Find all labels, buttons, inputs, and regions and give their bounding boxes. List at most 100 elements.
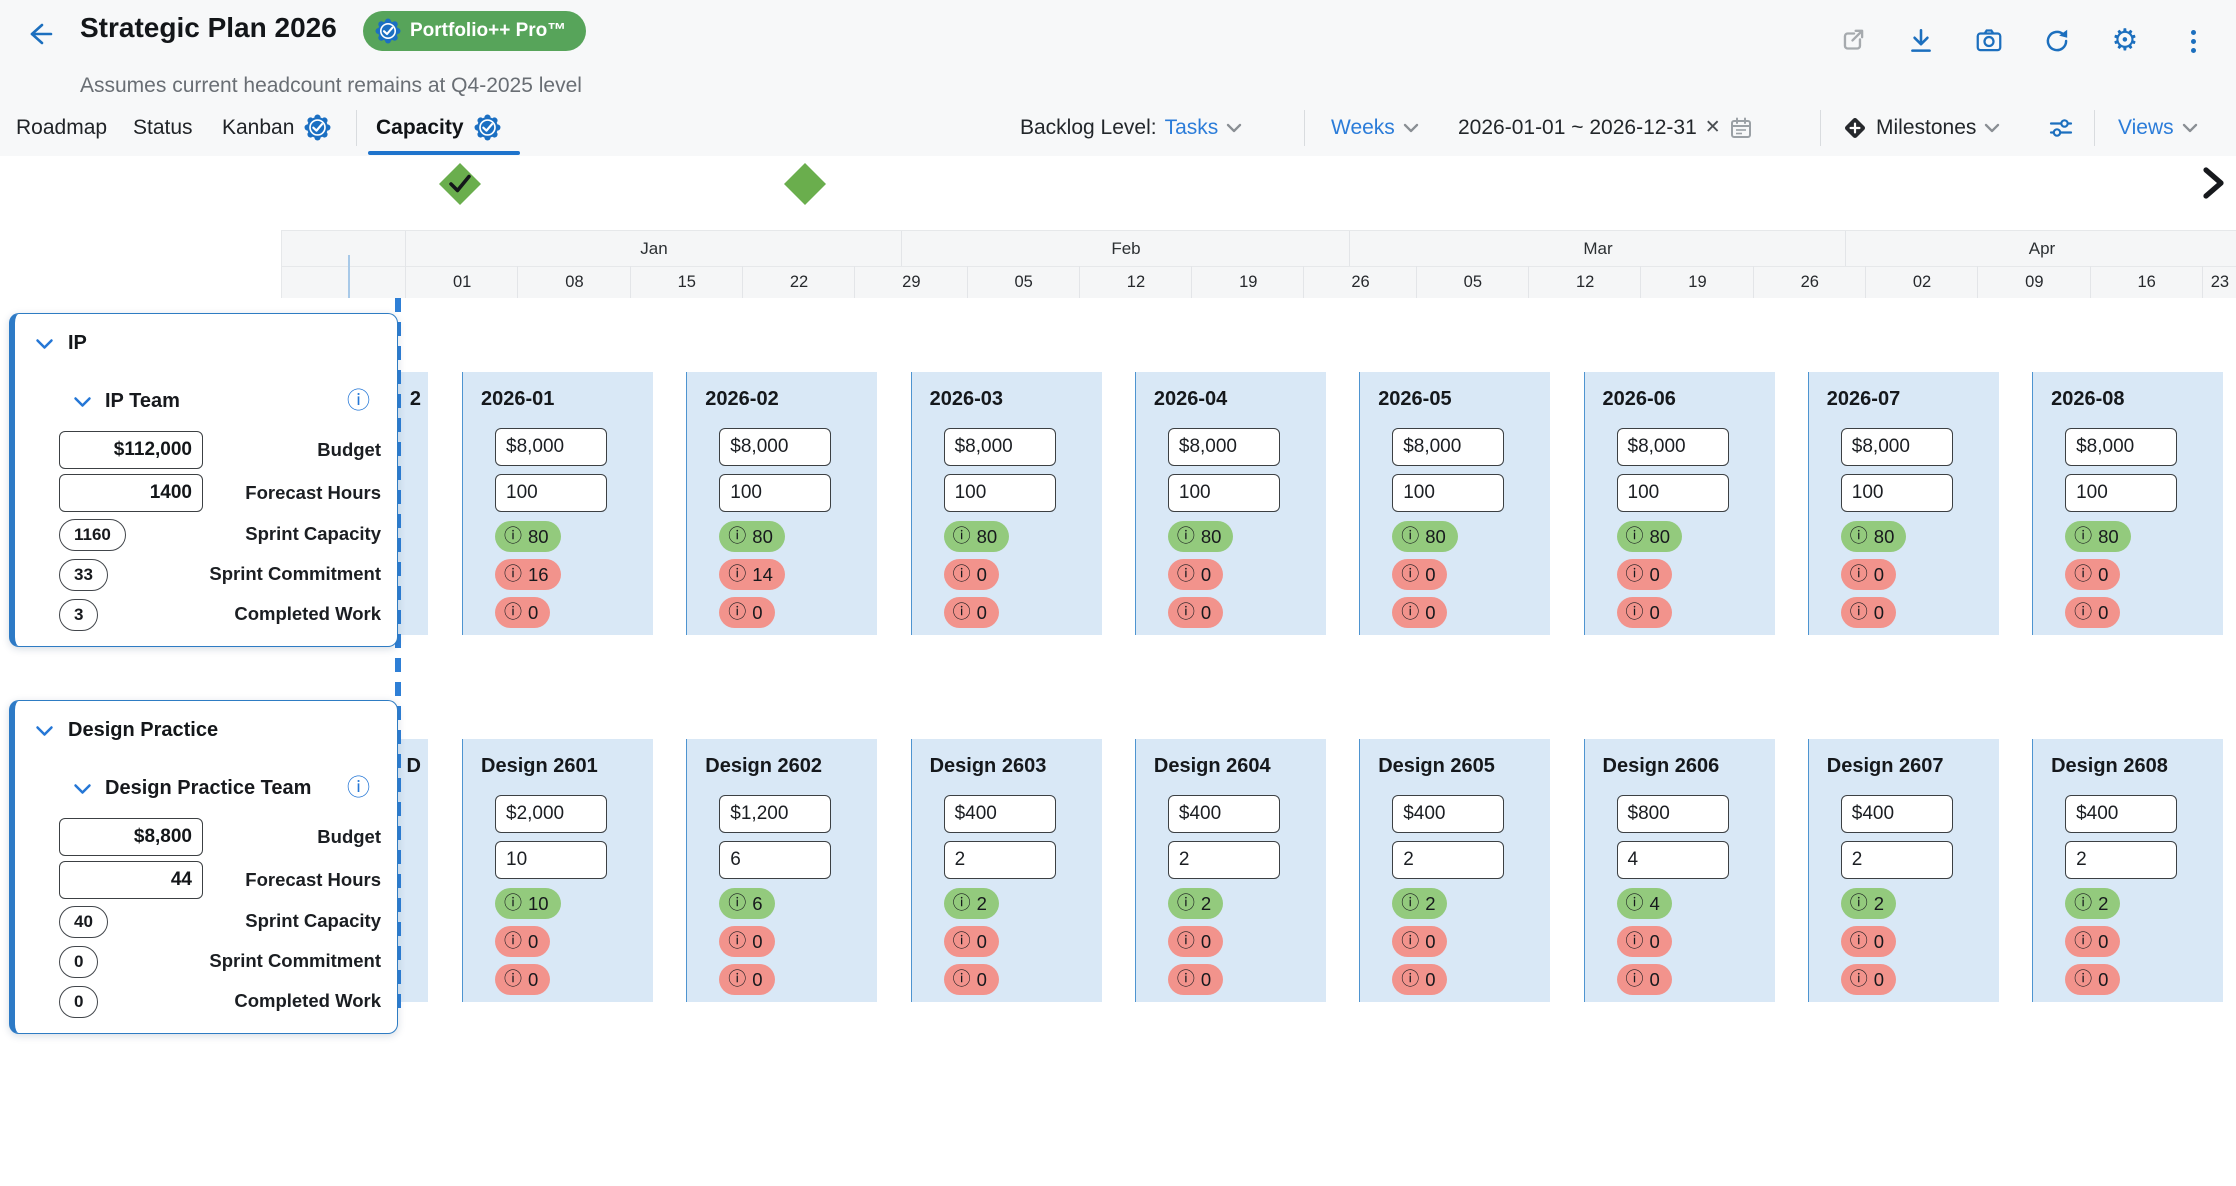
- sprint-commitment-badge[interactable]: ⓘ16: [495, 559, 561, 590]
- sprint-capacity-badge[interactable]: ⓘ6: [719, 888, 774, 919]
- sprint-capacity-badge[interactable]: ⓘ2: [1168, 888, 1223, 919]
- sprint-commitment-badge[interactable]: ⓘ0: [1617, 559, 1672, 590]
- info-icon[interactable]: ⓘ: [347, 777, 370, 800]
- sprint-budget-input[interactable]: $400: [944, 795, 1056, 833]
- sprint-budget-input[interactable]: $8,000: [2065, 428, 2177, 466]
- sprint-capacity-badge[interactable]: ⓘ2: [944, 888, 999, 919]
- sprint-commitment-badge[interactable]: ⓘ0: [495, 926, 550, 957]
- sprint-hours-input[interactable]: 100: [1392, 474, 1504, 512]
- completed-work-badge[interactable]: ⓘ0: [495, 597, 550, 628]
- sprint-budget-input[interactable]: $400: [2065, 795, 2177, 833]
- gear-icon[interactable]: ⚙: [2110, 26, 2140, 56]
- forecast_hours-input[interactable]: 44: [59, 861, 203, 899]
- sprint-hours-input[interactable]: 2: [1841, 841, 1953, 879]
- sprint-budget-input[interactable]: $400: [1168, 795, 1280, 833]
- sprint-hours-input[interactable]: 4: [1617, 841, 1729, 879]
- sprint-budget-input[interactable]: $8,000: [719, 428, 831, 466]
- views-control[interactable]: Views: [2118, 100, 2198, 155]
- tab-kanban[interactable]: Kanban: [222, 100, 331, 155]
- completed-work-badge[interactable]: ⓘ0: [1617, 597, 1672, 628]
- sprint-budget-input[interactable]: $400: [1841, 795, 1953, 833]
- sprint-hours-input[interactable]: 100: [944, 474, 1056, 512]
- more-menu-icon[interactable]: [2178, 26, 2208, 56]
- views-label[interactable]: Views: [2118, 116, 2174, 140]
- sprint-commitment-badge[interactable]: ⓘ0: [2065, 559, 2120, 590]
- sprint-hours-input[interactable]: 10: [495, 841, 607, 879]
- sprint-hours-input[interactable]: 100: [1617, 474, 1729, 512]
- collapse-chevron-icon[interactable]: [73, 783, 92, 795]
- sprint-capacity-badge[interactable]: ⓘ80: [944, 521, 1010, 552]
- completed-work-badge[interactable]: ⓘ0: [944, 597, 999, 628]
- budget-input[interactable]: $8,800: [59, 818, 203, 856]
- completed-work-badge[interactable]: ⓘ0: [1168, 597, 1223, 628]
- completed-work-badge[interactable]: ⓘ0: [2065, 597, 2120, 628]
- sprint-commitment-badge[interactable]: ⓘ14: [719, 559, 785, 590]
- sprint-hours-input[interactable]: 2: [944, 841, 1056, 879]
- sprint-hours-input[interactable]: 100: [1841, 474, 1953, 512]
- sprint-commitment-badge[interactable]: ⓘ0: [1392, 559, 1447, 590]
- completed-work-badge[interactable]: ⓘ0: [1392, 964, 1447, 995]
- share-icon[interactable]: [1838, 26, 1868, 56]
- sprint-budget-input[interactable]: $8,000: [1617, 428, 1729, 466]
- sprint-commitment-badge[interactable]: ⓘ0: [719, 926, 774, 957]
- sprint-budget-input[interactable]: $8,000: [944, 428, 1056, 466]
- calendar-icon[interactable]: [1729, 116, 1753, 140]
- sprint-budget-input[interactable]: $8,000: [1392, 428, 1504, 466]
- sprint-budget-input[interactable]: $1,200: [719, 795, 831, 833]
- completed-work-badge[interactable]: ⓘ0: [1168, 964, 1223, 995]
- collapse-chevron-icon[interactable]: [35, 725, 54, 737]
- sprint-budget-input[interactable]: $400: [1392, 795, 1504, 833]
- sprint-hours-input[interactable]: 100: [719, 474, 831, 512]
- back-arrow-icon[interactable]: [24, 18, 56, 50]
- display-options-icon[interactable]: [2048, 100, 2074, 155]
- forecast_hours-input[interactable]: 1400: [59, 474, 203, 512]
- completed-work-badge[interactable]: ⓘ0: [1392, 597, 1447, 628]
- clear-date-icon[interactable]: ✕: [1705, 116, 1721, 139]
- sprint-hours-input[interactable]: 2: [1392, 841, 1504, 879]
- scroll-right-icon[interactable]: [2198, 162, 2228, 209]
- milestone-diamond[interactable]: [781, 160, 829, 213]
- sprint-budget-input[interactable]: $8,000: [1168, 428, 1280, 466]
- sprint-budget-input[interactable]: $800: [1617, 795, 1729, 833]
- sprint-commitment-badge[interactable]: ⓘ0: [944, 559, 999, 590]
- completed-work-badge[interactable]: ⓘ0: [944, 964, 999, 995]
- sprint-commitment-badge[interactable]: ⓘ0: [1168, 559, 1223, 590]
- sprint-capacity-badge[interactable]: ⓘ10: [495, 888, 561, 919]
- tab-status[interactable]: Status: [133, 100, 193, 155]
- sprint-budget-input[interactable]: $2,000: [495, 795, 607, 833]
- sprint-hours-input[interactable]: 6: [719, 841, 831, 879]
- completed-work-badge[interactable]: ⓘ0: [1841, 597, 1896, 628]
- sprint-capacity-badge[interactable]: ⓘ4: [1617, 888, 1672, 919]
- sprint-capacity-badge[interactable]: ⓘ80: [1168, 521, 1234, 552]
- sprint-commitment-badge[interactable]: ⓘ0: [1617, 926, 1672, 957]
- sprint-capacity-badge[interactable]: ⓘ2: [1841, 888, 1896, 919]
- sprint-commitment-badge[interactable]: ⓘ0: [1168, 926, 1223, 957]
- info-icon[interactable]: ⓘ: [347, 390, 370, 413]
- collapse-chevron-icon[interactable]: [35, 338, 54, 350]
- camera-icon[interactable]: [1974, 26, 2004, 56]
- sprint-hours-input[interactable]: 2: [2065, 841, 2177, 879]
- budget-input[interactable]: $112,000: [59, 431, 203, 469]
- sprint-capacity-badge[interactable]: ⓘ80: [495, 521, 561, 552]
- time-scale-value[interactable]: Weeks: [1331, 116, 1395, 140]
- completed-work-badge[interactable]: ⓘ0: [1617, 964, 1672, 995]
- sprint-budget-input[interactable]: $8,000: [1841, 428, 1953, 466]
- download-icon[interactable]: [1906, 26, 1936, 56]
- refresh-icon[interactable]: [2042, 26, 2072, 56]
- sprint-capacity-badge[interactable]: ⓘ80: [1392, 521, 1458, 552]
- sprint-capacity-badge[interactable]: ⓘ80: [2065, 521, 2131, 552]
- completed-work-badge[interactable]: ⓘ0: [2065, 964, 2120, 995]
- completed-work-badge[interactable]: ⓘ0: [1841, 964, 1896, 995]
- sprint-hours-input[interactable]: 2: [1168, 841, 1280, 879]
- sprint-capacity-badge[interactable]: ⓘ2: [1392, 888, 1447, 919]
- sprint-hours-input[interactable]: 100: [1168, 474, 1280, 512]
- sprint-commitment-badge[interactable]: ⓘ0: [1392, 926, 1447, 957]
- completed-work-badge[interactable]: ⓘ0: [719, 597, 774, 628]
- date-range-control[interactable]: 2026-01-01 ~ 2026-12-31 ✕: [1458, 100, 1753, 155]
- sprint-capacity-badge[interactable]: ⓘ80: [1841, 521, 1907, 552]
- collapse-chevron-icon[interactable]: [73, 396, 92, 408]
- sprint-commitment-badge[interactable]: ⓘ0: [2065, 926, 2120, 957]
- backlog-level-control[interactable]: Backlog Level: Tasks: [1020, 100, 1242, 155]
- sprint-hours-input[interactable]: 100: [495, 474, 607, 512]
- sprint-capacity-badge[interactable]: ⓘ80: [719, 521, 785, 552]
